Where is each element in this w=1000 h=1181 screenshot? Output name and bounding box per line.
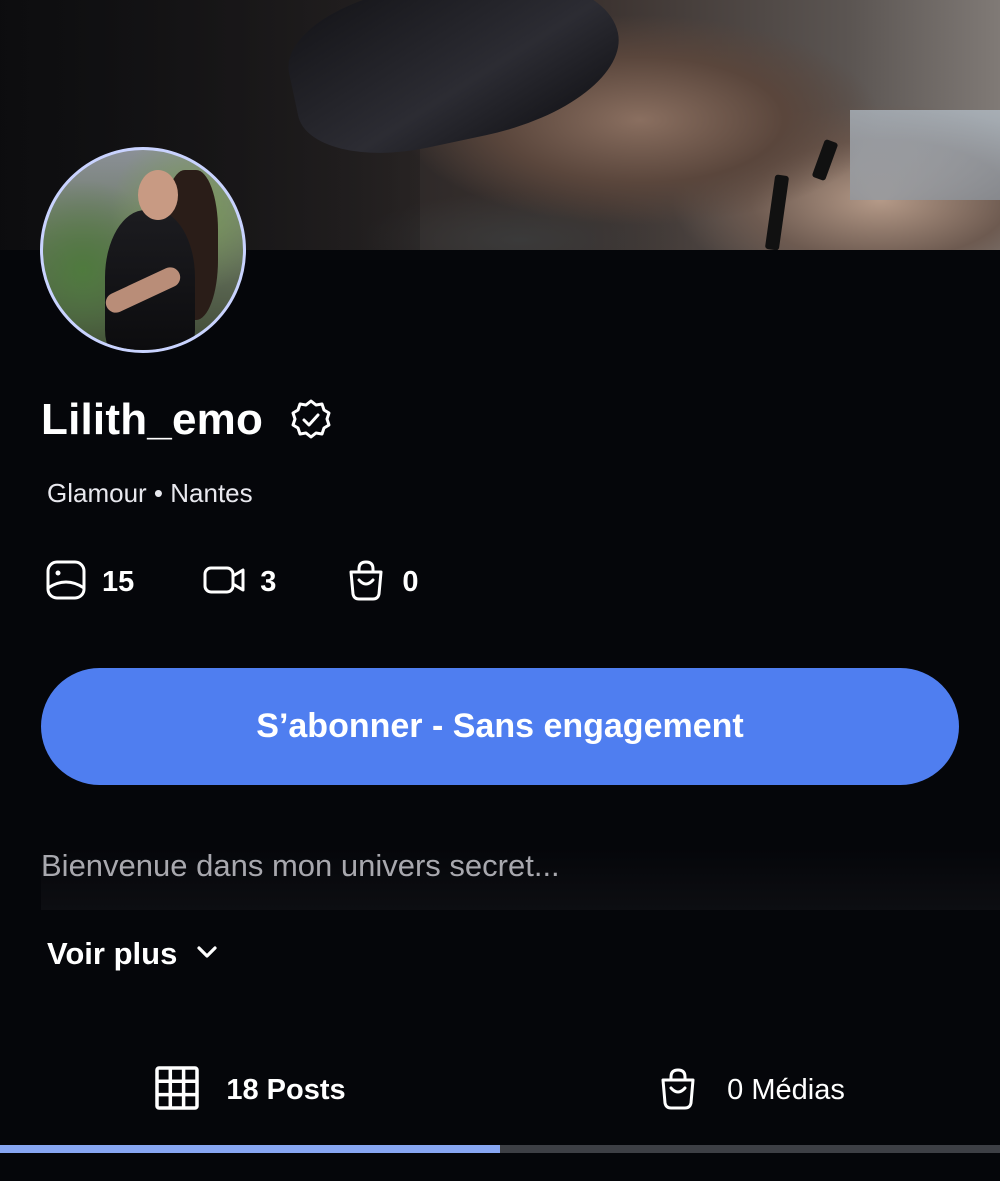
content-tabs: 18 Posts 0 Médias: [0, 1040, 1000, 1140]
stat-videos: 3: [202, 558, 276, 607]
username: Lilith_emo: [41, 395, 264, 444]
tab-indicator: [0, 1145, 1000, 1153]
shopping-bag-icon: [344, 558, 388, 607]
tab-posts[interactable]: 18 Posts: [0, 1040, 500, 1140]
verified-badge-icon: [289, 398, 333, 442]
see-more-label: Voir plus: [47, 936, 178, 971]
stat-photos-count: 15: [102, 566, 135, 598]
tab-posts-label: 18 Posts: [226, 1073, 346, 1106]
stat-products-count: 0: [402, 566, 419, 598]
profile-subtitle: Glamour • Nantes: [47, 478, 253, 508]
stat-products: 0: [344, 558, 419, 607]
profile-name-row: Lilith_emo: [41, 395, 333, 445]
see-more-button[interactable]: Voir plus: [47, 936, 221, 972]
profile-page: Lilith_emo Glamour • Nantes 15 3 0 S’abo…: [0, 0, 1000, 1181]
avatar[interactable]: [40, 147, 246, 353]
grid-icon: [154, 1065, 200, 1116]
stat-photos: 15: [44, 558, 134, 607]
stats-row: 15 3 0: [44, 558, 487, 607]
profile-bio: Bienvenue dans mon univers secret...: [41, 848, 1000, 910]
shopping-bag-icon: [655, 1065, 701, 1116]
photo-icon: [44, 558, 88, 607]
tab-medias-label: 0 Médias: [727, 1073, 845, 1106]
chevron-down-icon: [193, 938, 221, 971]
video-icon: [202, 558, 246, 607]
subscribe-button[interactable]: S’abonner - Sans engagement: [41, 668, 959, 785]
stat-videos-count: 3: [260, 566, 277, 598]
tab-medias[interactable]: 0 Médias: [500, 1040, 1000, 1140]
tab-indicator-active: [0, 1145, 500, 1153]
